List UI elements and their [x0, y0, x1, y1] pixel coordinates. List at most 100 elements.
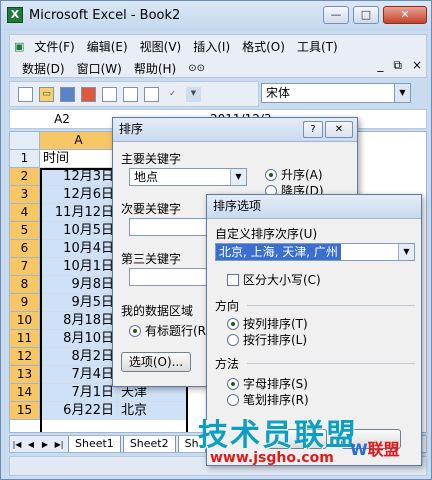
select-all-corner[interactable]: [10, 132, 40, 150]
menu-bar: ▣ 文件(F) 编辑(E) 视图(V) 插入(I) 格式(O) 工具(T) 数据…: [9, 34, 427, 78]
cell-a[interactable]: 12月6日: [40, 186, 118, 204]
name-box[interactable]: A2: [12, 111, 112, 127]
print-icon[interactable]: [123, 86, 138, 102]
maximize-button[interactable]: □: [353, 6, 379, 24]
permission-icon[interactable]: [81, 86, 96, 102]
row-header[interactable]: 14: [10, 384, 40, 402]
column-header-a[interactable]: A: [40, 132, 118, 150]
cell-a[interactable]: 9月8日: [40, 276, 118, 294]
menu-row-1: ▣ 文件(F) 编辑(E) 视图(V) 插入(I) 格式(O) 工具(T): [10, 35, 344, 57]
data-range-label: 我的数据区域: [121, 304, 194, 318]
stroke-label: 笔划排序(R): [243, 393, 309, 407]
font-name-value: 宋体: [266, 86, 291, 100]
cell-a[interactable]: 10月5日: [40, 222, 118, 240]
row-header[interactable]: 8: [10, 276, 40, 294]
cell-a[interactable]: 8月18日: [40, 312, 118, 330]
chevron-down-icon[interactable]: ▼: [398, 244, 414, 260]
row-header[interactable]: 9: [10, 294, 40, 312]
sort-options-title: 排序选项: [207, 195, 421, 219]
method-label: 方法: [215, 357, 240, 371]
menu-row-2: 数据(D) 窗口(W) 帮助(H) ⊙⊙: [10, 57, 211, 79]
watermark-url: www.jsgho.com: [210, 450, 334, 466]
stroke-radio[interactable]: 笔划排序(R): [227, 391, 309, 408]
case-sensitive-label: 区分大小写(C): [243, 273, 321, 287]
menu-view[interactable]: 视图(V): [134, 38, 188, 55]
third-key-select[interactable]: [129, 268, 209, 286]
first-sheet-icon[interactable]: |◀: [10, 440, 24, 449]
cell-a[interactable]: 10月4日: [40, 240, 118, 258]
menu-help[interactable]: 帮助(H): [128, 60, 182, 77]
workbook-icon[interactable]: ▣: [10, 40, 28, 53]
watermark-logo-text: 联盟: [367, 440, 400, 459]
cell-a[interactable]: 12月3日: [40, 168, 118, 186]
cell-a[interactable]: 7月4日: [40, 366, 118, 384]
tab-sheet1[interactable]: Sheet1: [68, 436, 121, 452]
close-button[interactable]: ✕: [383, 6, 427, 24]
secondary-key-select[interactable]: [129, 218, 209, 236]
row-header[interactable]: 3: [10, 186, 40, 204]
excel-app-icon[interactable]: X: [7, 7, 23, 23]
menu-file[interactable]: 文件(F): [28, 38, 80, 55]
dialog-close-button[interactable]: ✕: [325, 121, 353, 138]
menu-window[interactable]: 窗口(W): [71, 60, 128, 77]
font-name-combo[interactable]: 宋体 ▼: [261, 83, 411, 103]
primary-key-select[interactable]: 地点 ▼: [129, 168, 247, 186]
menu-tools[interactable]: 工具(T): [291, 38, 344, 55]
header-row-radio[interactable]: 有标题行(R): [129, 322, 211, 339]
mdi-close-button[interactable]: ×: [412, 58, 422, 73]
alphabetic-radio[interactable]: 字母排序(S): [227, 375, 308, 392]
chevron-down-icon[interactable]: ▼: [230, 169, 246, 185]
watermark-text: 技术员联盟: [198, 418, 358, 453]
cell-a[interactable]: 9月5日: [40, 294, 118, 312]
by-column-radio[interactable]: 按列排序(T): [227, 315, 308, 332]
print-preview-icon[interactable]: [144, 86, 159, 102]
method-divider: [247, 363, 415, 364]
email-icon[interactable]: [102, 86, 117, 102]
row-header[interactable]: 5: [10, 222, 40, 240]
help-button[interactable]: ?: [303, 121, 323, 138]
mdi-restore-button[interactable]: ⧉: [393, 58, 402, 73]
next-sheet-icon[interactable]: ▶: [38, 440, 52, 449]
chevron-down-icon[interactable]: ▼: [394, 84, 410, 102]
new-icon[interactable]: [18, 86, 33, 102]
row-header[interactable]: 2: [10, 168, 40, 186]
cell-a[interactable]: 时间: [40, 150, 118, 168]
cell-a[interactable]: 8月10日: [40, 330, 118, 348]
toolbar-options-icon[interactable]: ▼: [186, 86, 201, 102]
open-icon[interactable]: ▭: [39, 86, 54, 102]
save-icon[interactable]: [60, 86, 75, 102]
menu-format[interactable]: 格式(O): [236, 38, 291, 55]
prev-sheet-icon[interactable]: ◀: [24, 440, 38, 449]
row-header[interactable]: 6: [10, 240, 40, 258]
case-sensitive-checkbox[interactable]: 区分大小写(C): [227, 271, 321, 288]
cell-a[interactable]: 10月1日: [40, 258, 118, 276]
row-header[interactable]: 1: [10, 150, 40, 168]
mdi-minimize-button[interactable]: _: [377, 58, 383, 73]
spelling-icon[interactable]: ✓: [165, 87, 180, 102]
cell-b[interactable]: 北京: [118, 402, 188, 420]
menu-data[interactable]: 数据(D): [10, 60, 71, 77]
custom-order-select[interactable]: 北京, 上海, 天津, 广州 ▼: [215, 243, 415, 261]
row-header[interactable]: 15: [10, 402, 40, 420]
cell-a[interactable]: 7月1日: [40, 384, 118, 402]
menu-insert[interactable]: 插入(I): [187, 38, 236, 55]
row-header[interactable]: 4: [10, 204, 40, 222]
row-header[interactable]: 12: [10, 348, 40, 366]
last-sheet-icon[interactable]: ▶|: [52, 440, 66, 449]
radio-indicator: [227, 317, 239, 330]
row-header[interactable]: 7: [10, 258, 40, 276]
tab-sheet2[interactable]: Sheet2: [122, 436, 176, 452]
menu-edit[interactable]: 编辑(E): [81, 38, 134, 55]
options-button[interactable]: 选项(O)...: [121, 352, 191, 372]
minimize-button[interactable]: —: [323, 6, 349, 24]
row-header[interactable]: 13: [10, 366, 40, 384]
by-row-radio[interactable]: 按行排序(L): [227, 331, 307, 348]
binoculars-icon[interactable]: ⊙⊙: [182, 63, 211, 74]
cell-a[interactable]: 8月2日: [40, 348, 118, 366]
cell-a[interactable]: 6月22日: [40, 402, 118, 420]
row-header[interactable]: 11: [10, 330, 40, 348]
by-row-label: 按行排序(L): [243, 333, 308, 347]
cell-a[interactable]: 11月12日: [40, 204, 118, 222]
ascending-radio[interactable]: 升序(A): [265, 166, 323, 183]
row-header[interactable]: 10: [10, 312, 40, 330]
